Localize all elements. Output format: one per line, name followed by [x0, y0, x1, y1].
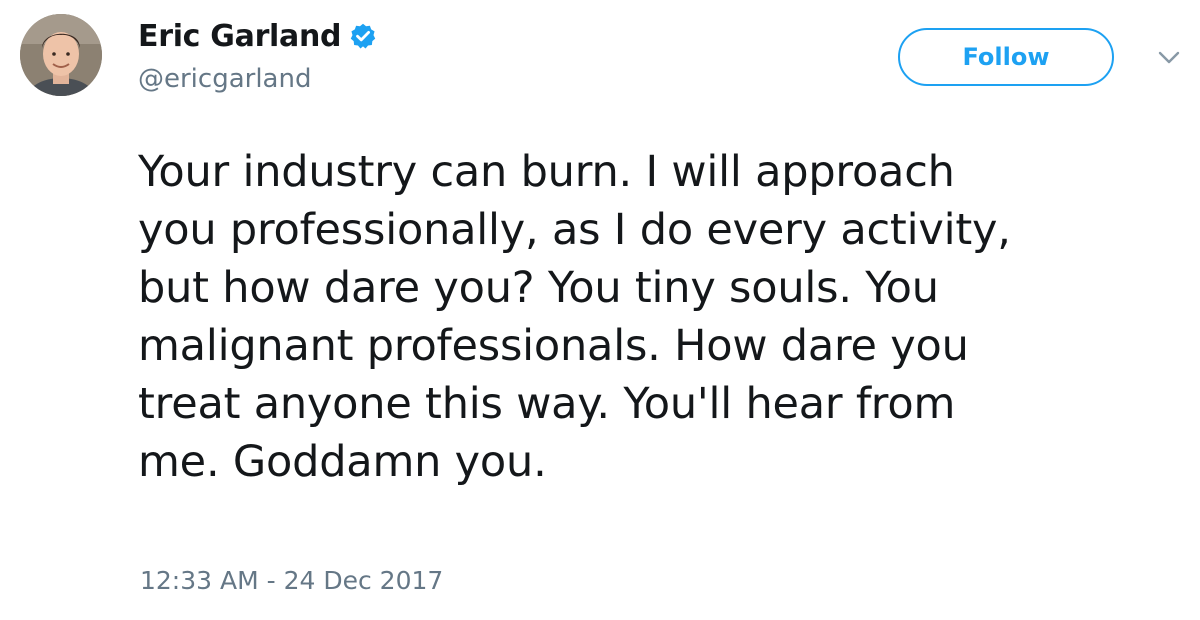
tweet-text: Your industry can burn. I will approach … — [138, 143, 1178, 491]
tweet-text-line: me. Goddamn you. — [138, 437, 547, 487]
tweet-text-line: but how dare you? You tiny souls. You — [138, 263, 939, 313]
verified-badge-icon — [349, 22, 377, 50]
avatar[interactable] — [20, 14, 102, 96]
display-name[interactable]: Eric Garland — [138, 19, 342, 54]
follow-button[interactable]: Follow — [898, 28, 1114, 86]
tweet-text-line: treat anyone this way. You'll hear from — [138, 379, 956, 429]
chevron-down-icon[interactable] — [1156, 44, 1182, 70]
author-handle[interactable]: @ericgarland — [138, 64, 311, 94]
tweet-text-line: malignant professionals. How dare you — [138, 321, 969, 371]
author-name-row: Eric Garland — [138, 14, 377, 58]
tweet-timestamp[interactable]: 12:33 AM - 24 Dec 2017 — [140, 566, 443, 595]
tweet-text-line: you professionally, as I do every activi… — [138, 205, 1011, 255]
tweet-text-line: Your industry can burn. I will approach — [138, 147, 955, 197]
tweet-card: Eric Garland @ericgarland Follow Your in… — [0, 0, 1200, 620]
